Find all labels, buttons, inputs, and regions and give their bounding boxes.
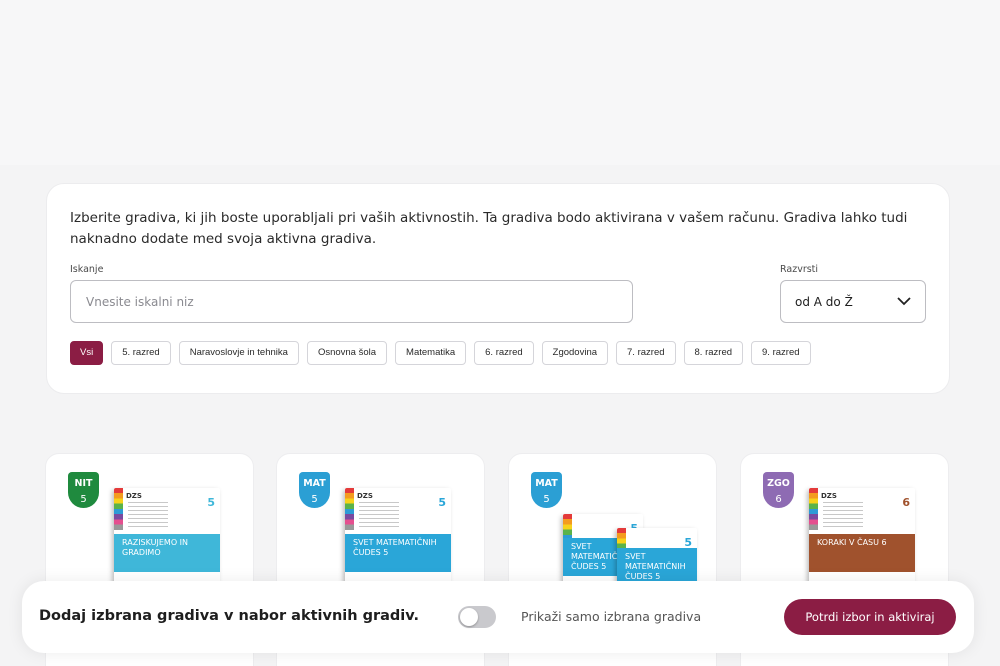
cover-stripes — [345, 488, 354, 530]
filter-chip-9-razred[interactable]: 9. razred — [751, 341, 811, 365]
cover-title: Raziskujemo in gradimo — [114, 534, 220, 572]
page-header-area — [0, 0, 1000, 165]
cover-grade: 6 — [902, 496, 910, 509]
action-bar-title: Dodaj izbrana gradiva v nabor aktivnih g… — [39, 608, 420, 624]
filter-panel: Izberite gradiva, ki jih boste uporablja… — [46, 183, 950, 394]
subject-badge: MAT 5 — [299, 472, 330, 508]
intro-text: Izberite gradiva, ki jih boste uporablja… — [70, 210, 908, 247]
search-label: Iskanje — [70, 264, 104, 275]
cover-author-lines — [128, 502, 168, 528]
filter-chips: Vsi 5. razred Naravoslovje in tehnika Os… — [70, 341, 811, 365]
filter-chip-5-razred[interactable]: 5. razred — [111, 341, 171, 365]
filter-chip-osnovna-sola[interactable]: Osnovna šola — [306, 341, 388, 365]
subject-badge: NIT 5 — [68, 472, 99, 508]
sort-dropdown[interactable]: od A do Ž — [780, 280, 926, 323]
show-selected-toggle[interactable] — [458, 606, 496, 628]
chevron-down-icon — [897, 297, 911, 306]
filter-chip-naravoslovje[interactable]: Naravoslovje in tehnika — [178, 341, 299, 365]
cover-grade: 5 — [207, 496, 215, 509]
filter-chip-zgodovina[interactable]: Zgodovina — [541, 341, 609, 365]
cover-grade: 5 — [438, 496, 446, 509]
subject-badge: MAT 5 — [531, 472, 562, 508]
cover-author-lines — [359, 502, 399, 528]
publisher-logo: DZS — [821, 492, 837, 500]
cover-stripes — [114, 488, 123, 530]
cover-stripes — [809, 488, 818, 530]
publisher-logo: DZS — [357, 492, 373, 500]
subject-badge: ZGO 6 — [763, 472, 794, 508]
cover-title: Koraki v času 6 — [809, 534, 915, 572]
selection-action-bar: Dodaj izbrana gradiva v nabor aktivnih g… — [22, 581, 974, 653]
publisher-logo: DZS — [126, 492, 142, 500]
sort-label: Razvrsti — [780, 264, 819, 275]
toggle-knob — [460, 608, 478, 626]
filter-chip-all[interactable]: Vsi — [70, 341, 104, 365]
search-input[interactable] — [70, 280, 633, 323]
filter-chip-8-razred[interactable]: 8. razred — [683, 341, 744, 365]
filter-chip-7-razred[interactable]: 7. razred — [616, 341, 676, 365]
confirm-activate-button[interactable]: Potrdi izbor in aktiviraj — [784, 599, 956, 635]
cover-title: Svet matematičnih čudes 5 — [345, 534, 451, 572]
filter-chip-6-razred[interactable]: 6. razred — [474, 341, 534, 365]
sort-value: od A do Ž — [795, 294, 853, 309]
cover-author-lines — [823, 502, 863, 528]
show-selected-label: Prikaži samo izbrana gradiva — [521, 609, 702, 624]
filter-chip-matematika[interactable]: Matematika — [395, 341, 467, 365]
